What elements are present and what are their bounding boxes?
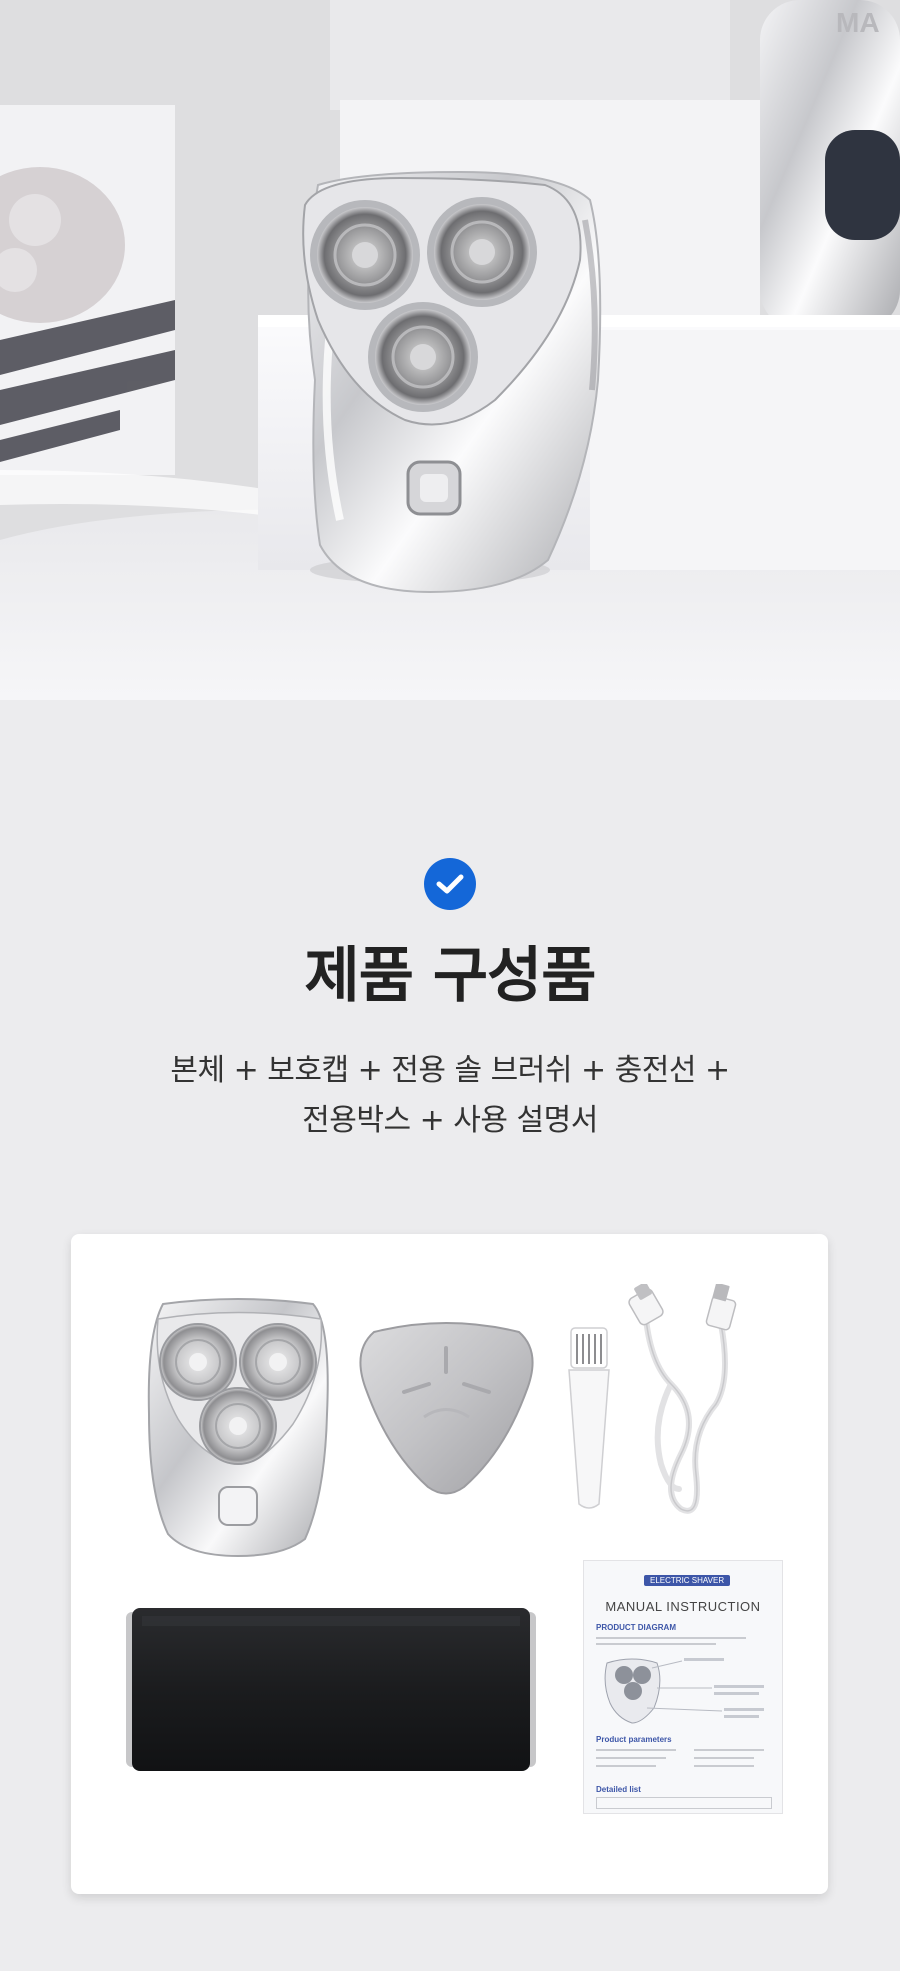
protective-cap-image: [359, 1322, 534, 1495]
hero-brand-text: MA: [836, 7, 880, 38]
hero-foil-right: [427, 197, 537, 307]
shaver-body-image: [147, 1298, 329, 1558]
section-description: 본체 + 보호캡 + 전용 솔 브러쉬 + 충전선 + 전용박스 + 사용 설명…: [0, 1046, 900, 1146]
manual-diagram-icon: [604, 1658, 764, 1724]
manual-section-parameters: Product parameters: [596, 1735, 672, 1744]
hero-illustration: MA: [0, 0, 900, 700]
manual-title: MANUAL INSTRUCTION: [605, 1599, 761, 1614]
hero-product-photo: MA: [0, 0, 900, 700]
manual-section-list: Detailed list: [596, 1785, 641, 1794]
section-title: 제품 구성품: [304, 941, 597, 1011]
storage-box-image: [126, 1608, 536, 1771]
hero-foil-left: [310, 200, 420, 310]
charging-cable-image: [628, 1284, 737, 1514]
cleaning-brush-image: [568, 1327, 610, 1509]
hero-foil-bottom: [368, 302, 478, 412]
manual-section-diagram: PRODUCT DIAGRAM: [596, 1623, 676, 1632]
user-manual-image: ELECTRIC SHAVER MANUAL INSTRUCTION PRODU…: [583, 1560, 783, 1814]
description-line-1: 본체 + 보호캡 + 전용 솔 브러쉬 + 충전선 +: [170, 1053, 730, 1088]
manual-badge: ELECTRIC SHAVER: [644, 1575, 731, 1586]
components-card: ELECTRIC SHAVER MANUAL INSTRUCTION PRODU…: [71, 1234, 828, 1894]
description-line-2: 전용박스 + 사용 설명서: [302, 1103, 598, 1138]
check-circle-icon: [424, 858, 476, 910]
